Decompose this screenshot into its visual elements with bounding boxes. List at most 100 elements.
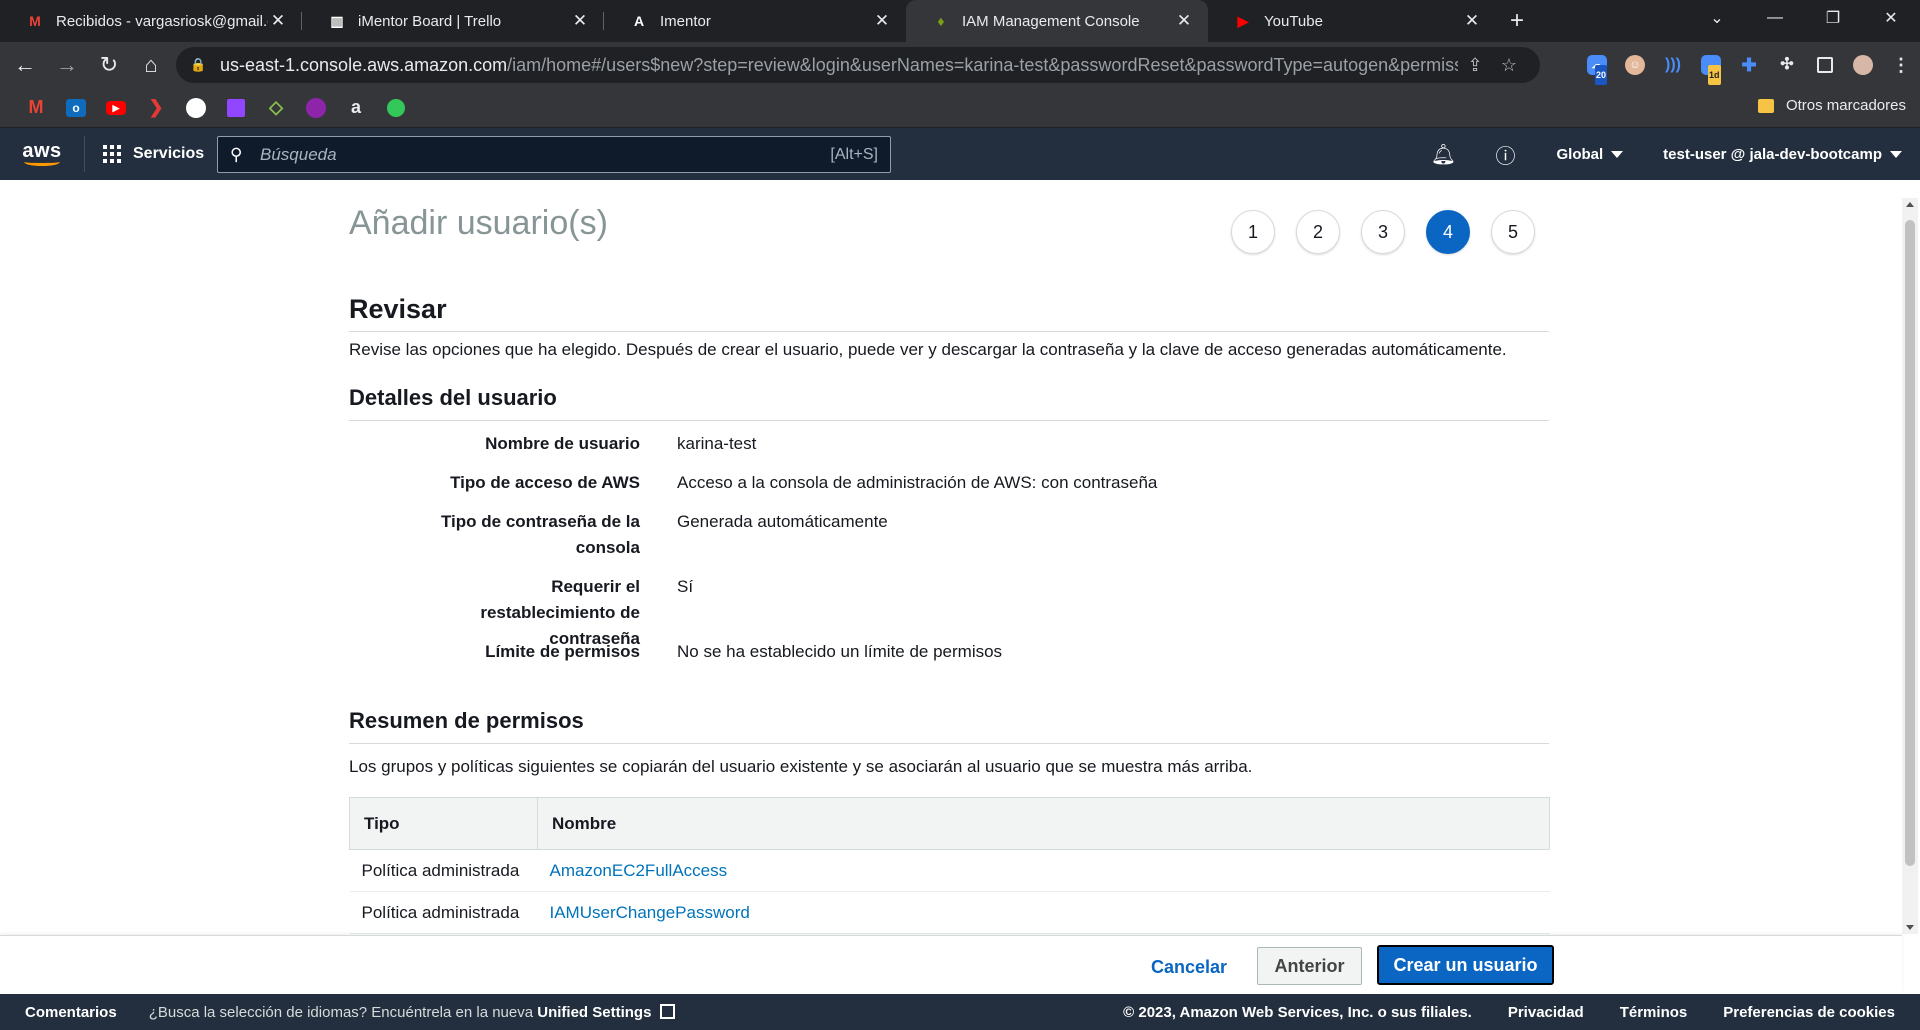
permissions-description: Los grupos y políticas siguientes se cop… [349,757,1253,776]
twitch-bookmark-icon[interactable] [216,93,256,123]
privacy-link[interactable]: Privacidad [1508,1004,1584,1021]
wizard-step-5[interactable]: 5 [1491,210,1535,254]
calendar-extension-icon[interactable]: 1d [1692,48,1730,85]
diamond-bookmark-icon[interactable]: ◇ [256,93,296,123]
reload-icon[interactable]: ↻ [92,48,126,82]
table-row: Política administrada IAMUserChangePassw… [349,891,1550,934]
folder-icon [1757,98,1774,113]
column-header-name: Nombre [537,797,1550,850]
forward-icon[interactable]: → [50,48,84,82]
caret-down-icon [1611,151,1624,159]
cloud-extension-icon[interactable]: ☁20 [1578,48,1616,85]
cookie-preferences-link[interactable]: Preferencias de cookies [1723,1004,1895,1021]
cancel-button[interactable]: Cancelar [1141,950,1237,984]
wizard-steps: 1 2 3 4 5 [1231,210,1556,254]
home-icon[interactable]: ⌂ [134,48,168,82]
browser-tab-active[interactable]: ♦ IAM Management Console ✕ [906,0,1208,42]
detail-label-username: Nombre de usuario [485,434,640,453]
chat-bookmark-icon[interactable] [376,93,416,123]
search-icon: ⚲ [230,144,243,164]
other-bookmarks[interactable]: Otros marcadores [1757,97,1906,114]
browser-tab[interactable]: ▥ iMentor Board | Trello ✕ [302,0,604,42]
other-bookmarks-label: Otros marcadores [1785,97,1906,114]
restore-icon[interactable]: ❐ [1804,0,1862,36]
gmail-bookmark-icon[interactable]: M [16,93,56,123]
outlook-bookmark-icon[interactable]: o [56,93,96,123]
browser-tab[interactable]: M Recibidos - vargasriosk@gmail.co ✕ [0,0,302,42]
unified-settings-link[interactable]: Unified Settings [537,1004,651,1021]
wizard-step-4-current[interactable]: 4 [1426,210,1470,254]
browser-tab[interactable]: ▶ YouTube ✕ [1208,0,1496,42]
close-tab-icon[interactable]: ✕ [570,11,590,31]
scrollbar-thumb[interactable] [1905,220,1915,866]
minimize-icon[interactable]: — [1746,0,1804,36]
tab-title: IAM Management Console [962,12,1140,30]
wizard-step-2[interactable]: 2 [1296,210,1340,254]
share-icon[interactable]: ⇪ [1458,55,1492,76]
feedback-link[interactable]: Comentarios [25,1004,117,1021]
youtube-bookmark-icon[interactable]: ▶ [96,93,136,123]
more-menu-icon[interactable]: ⋮ [1882,48,1920,82]
table-header-row: Tipo Nombre [349,797,1550,850]
aws-nav-right: 🔔︎ ⓘ Global test-user @ jala-dev-bootcam… [1412,128,1902,180]
review-description: Revise las opciones que ha elegido. Desp… [349,340,1507,359]
browser-toolbar: ← → ↻ ⌂ 🔒 us-east-1.console.aws.amazon.c… [0,42,1920,88]
policy-link[interactable]: AmazonEC2FullAccess [550,861,728,880]
account-label: test-user @ jala-dev-bootcamp [1663,145,1882,163]
policy-name-cell: AmazonEC2FullAccess [537,849,1550,892]
account-menu[interactable]: test-user @ jala-dev-bootcamp [1643,146,1902,163]
policy-type-cell: Política administrada [349,891,538,934]
close-tab-icon[interactable]: ✕ [268,11,288,31]
notifications-bell-icon[interactable]: 🔔︎ [1412,142,1474,167]
address-bar[interactable]: 🔒 us-east-1.console.aws.amazon.com/iam/h… [176,47,1540,83]
browser-tab[interactable]: A Imentor ✕ [604,0,906,42]
trello-icon: ▥ [330,12,344,29]
bookmark-star-icon[interactable]: ☆ [1492,55,1526,76]
page-scrollbar[interactable] [1902,198,1918,934]
sidepanel-icon[interactable] [1806,48,1844,82]
lock-icon[interactable]: 🔒 [190,57,206,73]
terms-link[interactable]: Términos [1620,1004,1688,1021]
wizard-step-1[interactable]: 1 [1231,210,1275,254]
back-icon[interactable]: ← [8,48,42,82]
copyright-text: © 2023, Amazon Web Services, Inc. o sus … [1123,1003,1472,1021]
page-title: Añadir usuario(s) [349,204,608,242]
previous-button[interactable]: Anterior [1257,947,1362,985]
services-menu[interactable]: Servicios [85,145,220,163]
aws-search-input[interactable]: ⚲ Búsqueda [Alt+S] [217,136,891,173]
policy-link[interactable]: IAMUserChangePassword [550,903,750,922]
arrow-bookmark-icon[interactable]: ❯ [136,93,176,123]
url-text[interactable]: us-east-1.console.aws.amazon.com/iam/hom… [220,55,1458,76]
aws-logo[interactable]: aws [0,128,84,180]
create-user-button[interactable]: Crear un usuario [1377,945,1554,985]
region-label: Global [1556,145,1604,163]
shield-extension-icon[interactable]: ✚ [1730,48,1768,82]
amazon-bookmark-icon[interactable]: a [336,93,376,123]
puzzle-extensions-icon[interactable]: ✣ [1768,48,1806,82]
wizard-step-3[interactable]: 3 [1361,210,1405,254]
section-divider [349,420,1549,421]
detail-label-permissions-boundary: Límite de permisos [485,642,640,661]
scroll-down-icon[interactable] [1906,925,1914,930]
close-tab-icon[interactable]: ✕ [1462,11,1482,31]
purple-bookmark-icon[interactable] [296,93,336,123]
new-tab-icon[interactable]: + [1496,0,1538,42]
permissions-table: Tipo Nombre Política administrada Amazon… [349,797,1550,934]
help-icon[interactable]: ⓘ [1474,140,1536,169]
review-title: Revisar [349,294,447,324]
readaloud-extension-icon[interactable]: ))) [1654,48,1692,82]
region-selector[interactable]: Global [1536,146,1643,163]
face-extension-icon[interactable]: ☺ [1616,48,1654,82]
close-window-icon[interactable]: ✕ [1862,0,1920,36]
browser-tab-strip: M Recibidos - vargasriosk@gmail.co ✕ ▥ i… [0,0,1920,42]
scroll-up-icon[interactable] [1906,202,1914,207]
close-tab-icon[interactable]: ✕ [872,11,892,31]
close-tab-icon[interactable]: ✕ [1174,11,1194,31]
github-bookmark-icon[interactable] [176,93,216,123]
tab-search-icon[interactable]: ⌄ [1688,0,1746,36]
profile-avatar[interactable] [1844,48,1882,82]
extensions-area: ☁20 ☺ ))) 1d ✚ ✣ ⋮ [1578,48,1920,85]
section-divider [349,331,1549,332]
search-placeholder: Búsqueda [260,144,337,164]
gmail-icon: M [29,13,41,29]
